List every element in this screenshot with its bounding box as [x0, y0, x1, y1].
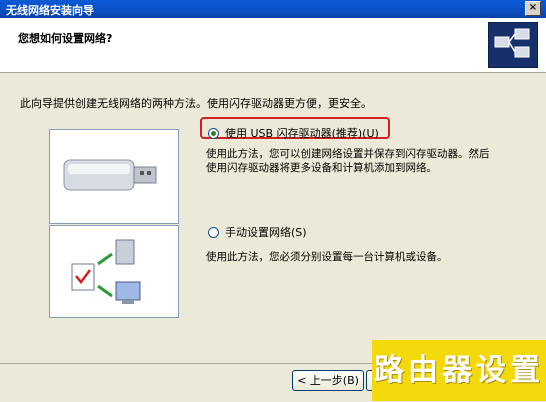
window-title: 无线网络安装向导: [6, 4, 94, 17]
title-bar: 无线网络安装向导 ×: [0, 0, 546, 18]
option-usb-description: 使用此方法，您可以创建网络设置并保存到闪存驱动器。然后使用闪存驱动器将更多设备和…: [206, 148, 490, 174]
option-manual-label: 手动设置网络(S): [225, 226, 307, 239]
manual-network-setup-icon: [49, 225, 179, 318]
intro-text: 此向导提供创建无线网络的两种方法。使用闪存驱动器更方便，更安全。: [20, 97, 372, 110]
option-manual-description: 使用此方法，您必须分别设置每一台计算机或设备。: [206, 251, 448, 263]
option-usb-radio[interactable]: 使用 USB 闪存驱动器(推荐)(U): [208, 125, 379, 141]
watermark-banner: 路由器设置: [372, 340, 546, 401]
back-button[interactable]: < 上一步(B): [292, 370, 364, 391]
option-usb-label: 使用 USB 闪存驱动器(推荐)(U): [225, 127, 379, 140]
wizard-header: 您想如何设置网络?: [0, 18, 546, 73]
page-heading: 您想如何设置网络?: [18, 32, 113, 45]
wizard-body: 此向导提供创建无线网络的两种方法。使用闪存驱动器更方便，更安全。 使用 USB …: [0, 73, 546, 363]
radio-button-selected[interactable]: [208, 127, 219, 139]
usb-flash-drive-icon: [49, 129, 179, 224]
network-wizard-icon: [488, 22, 538, 68]
option-manual-radio[interactable]: 手动设置网络(S): [208, 224, 307, 240]
close-button[interactable]: ×: [525, 1, 541, 16]
radio-button-unselected[interactable]: [208, 226, 219, 238]
